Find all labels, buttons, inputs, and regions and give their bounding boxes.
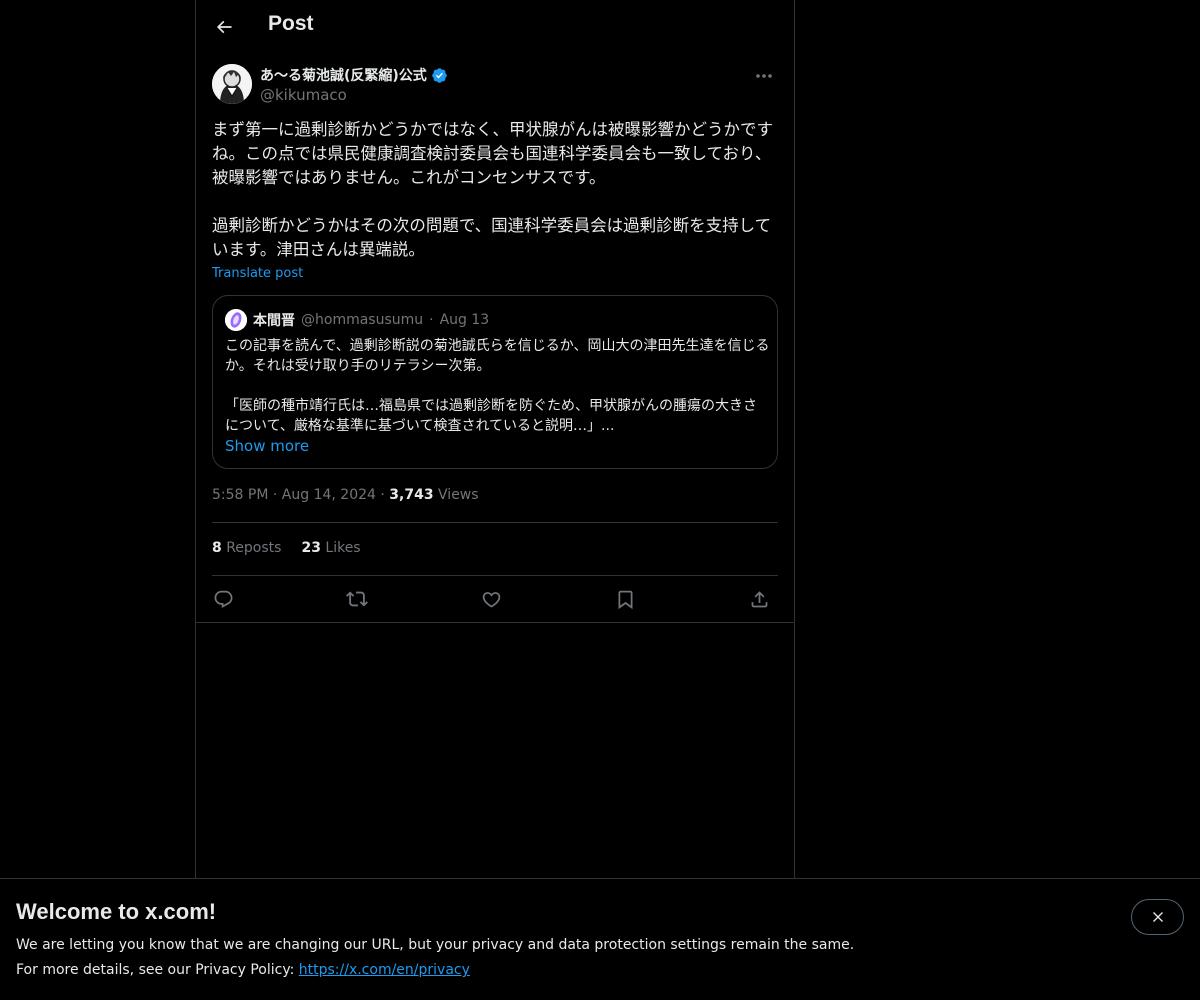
post-text: まず第一に過剰診断かどうかではなく、甲状腺がんは被曝影響かどうかですね。この点で… (212, 120, 773, 259)
welcome-banner: Welcome to x.com! We are letting you kno… (0, 878, 1200, 1000)
banner-message: We are letting you know that we are chan… (16, 937, 855, 953)
quoted-post-text: この記事を読んで、過剰診断説の菊池誠氏らを信じるか、岡山大の津田先生達を信じるか… (225, 338, 770, 434)
divider (212, 522, 778, 523)
share-icon (751, 590, 767, 607)
likes-label: Likes (325, 540, 361, 556)
page-header: Post (196, 0, 794, 54)
reply-icon (214, 590, 232, 608)
quoted-avatar (225, 309, 247, 331)
separator-dot: · (380, 487, 385, 503)
author-display-name[interactable]: あ〜る菊池誠(反緊縮)公式 (260, 65, 448, 85)
divider (196, 622, 794, 623)
post-meta: 5:58 PM · Aug 14, 2024 · 3,743 Views (212, 487, 479, 503)
banner-title: Welcome to x.com! (16, 899, 217, 924)
back-arrow-icon (216, 20, 232, 34)
like-button[interactable] (478, 586, 504, 612)
reposts-count: 8 (212, 540, 222, 556)
close-banner-button[interactable] (1131, 899, 1184, 935)
bookmark-icon (618, 590, 632, 609)
more-options-button[interactable] (750, 64, 778, 88)
reposts-label: Reposts (226, 540, 282, 556)
likes-stat[interactable]: 23 Likes (301, 540, 360, 556)
divider (212, 575, 778, 576)
repost-button[interactable] (344, 586, 370, 612)
repost-icon (346, 591, 368, 607)
views-count: 3,743 (389, 487, 434, 503)
back-button[interactable] (208, 11, 240, 43)
reposts-stat[interactable]: 8 Reposts (212, 540, 281, 556)
show-more-link[interactable]: Show more (225, 437, 309, 455)
primary-column: Post あ〜る菊池誠(反緊縮)公式 @kikumaco まず第一に過剰診断かど… (195, 0, 795, 1000)
page-title: Post (268, 12, 314, 35)
likes-count: 23 (301, 540, 321, 556)
post-author: あ〜る菊池誠(反緊縮)公式 @kikumaco (212, 64, 778, 106)
more-icon (756, 74, 772, 78)
quoted-author-name: 本間晋 (253, 313, 295, 329)
quoted-post-header: 本間晋 @hommasusumu · Aug 13 (225, 309, 489, 331)
privacy-policy-link[interactable]: https://x.com/en/privacy (299, 962, 470, 978)
post-date[interactable]: Aug 14, 2024 (282, 487, 376, 503)
quoted-post[interactable]: 本間晋 @hommasusumu · Aug 13 この記事を読んで、過剰診断説… (212, 295, 778, 469)
reply-button[interactable] (210, 586, 236, 612)
views-label: Views (438, 487, 479, 503)
close-icon (1152, 912, 1163, 922)
translate-post-link[interactable]: Translate post (212, 266, 303, 281)
author-handle[interactable]: @kikumaco (260, 86, 347, 104)
banner-privacy-line: For more details, see our Privacy Policy… (16, 962, 470, 978)
post-time[interactable]: 5:58 PM (212, 487, 268, 503)
quoted-author-handle: @hommasusumu (301, 312, 424, 328)
bookmark-button[interactable] (612, 586, 638, 612)
banner-privacy-text: For more details, see our Privacy Policy… (16, 962, 295, 978)
separator-dot: · (272, 487, 278, 503)
action-bar (212, 586, 778, 612)
avatar[interactable] (212, 64, 252, 104)
separator-dot: · (429, 312, 434, 328)
like-icon (482, 591, 500, 608)
quoted-post-date: Aug 13 (439, 312, 490, 328)
share-button[interactable] (746, 586, 772, 612)
verified-badge-icon (432, 67, 447, 83)
author-name-text: あ〜る菊池誠(反緊縮)公式 (260, 68, 427, 84)
post-stats: 8 Reposts 23 Likes (212, 540, 361, 556)
